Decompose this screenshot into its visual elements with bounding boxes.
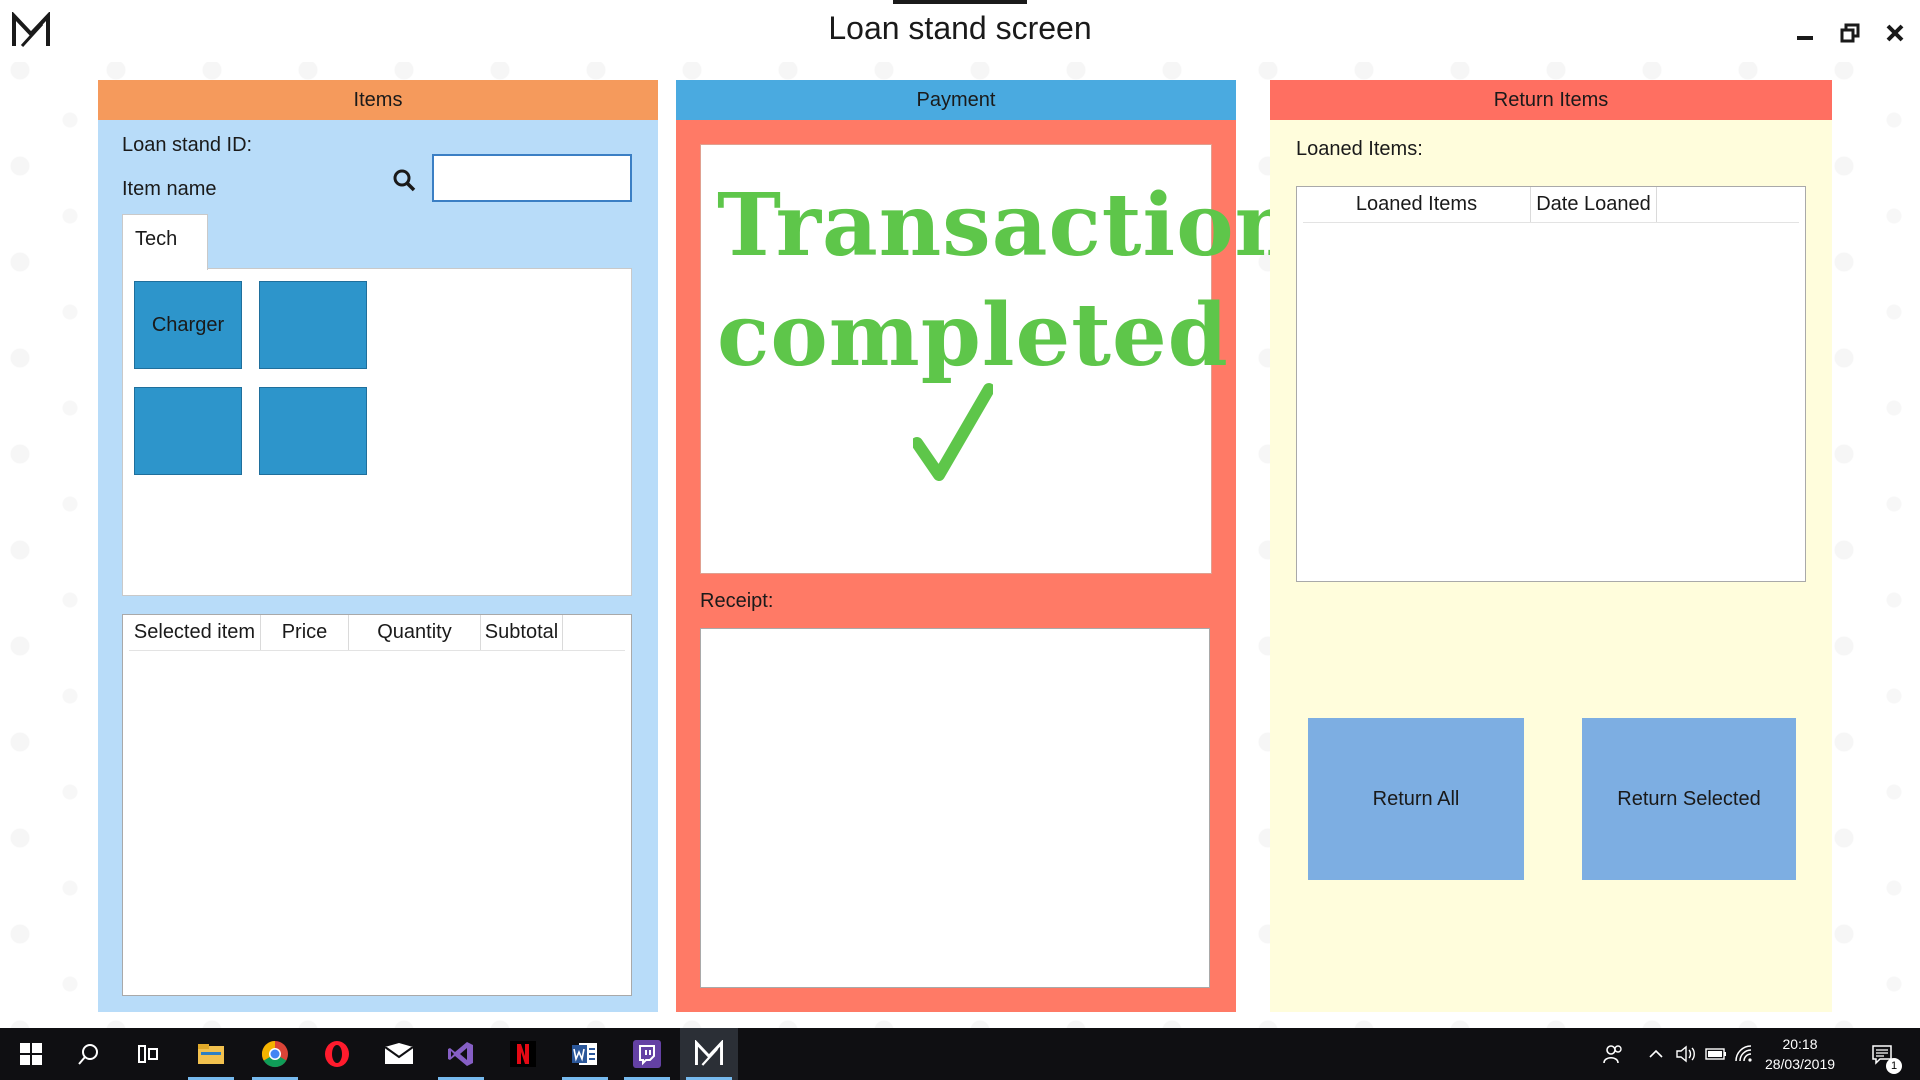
column-subtotal[interactable]: Subtotal: [481, 615, 563, 650]
item-tile-4[interactable]: [259, 387, 367, 475]
item-search-input[interactable]: [432, 154, 632, 202]
taskbar-opera[interactable]: [308, 1028, 366, 1080]
chrome-icon: [261, 1040, 288, 1068]
payment-panel: Payment Transaction completed Receipt:: [676, 80, 1297, 1012]
taskbar-twitch[interactable]: [618, 1028, 676, 1080]
volume-button[interactable]: [1672, 1028, 1700, 1080]
loaned-items-list-header: Loaned Items Date Loaned: [1303, 187, 1799, 223]
task-view-icon: [138, 1045, 158, 1063]
taskbar-word[interactable]: [556, 1028, 614, 1080]
people-button[interactable]: [1598, 1028, 1628, 1080]
task-view-button[interactable]: [120, 1028, 178, 1080]
taskbar: 20:18 28/03/2019 1: [0, 1028, 1920, 1080]
close-icon: [1886, 24, 1904, 42]
return-items-header: Return Items: [1270, 80, 1832, 120]
volume-icon: [1676, 1045, 1695, 1063]
notification-count-badge: 1: [1886, 1058, 1902, 1074]
title-bar: Loan stand screen: [0, 0, 1920, 62]
window-title: Loan stand screen: [828, 10, 1092, 46]
taskbar-visual-studio[interactable]: [432, 1028, 490, 1080]
taskbar-loan-stand-app[interactable]: [680, 1028, 738, 1080]
column-selected-item[interactable]: Selected item: [129, 615, 261, 650]
taskbar-mail[interactable]: [370, 1028, 428, 1080]
twitch-icon: [633, 1040, 661, 1068]
selected-items-header: Selected item Price Quantity Subtotal: [129, 615, 625, 651]
chevron-up-icon: [1649, 1049, 1663, 1058]
item-tile-2[interactable]: [259, 281, 367, 369]
payment-header: Payment: [676, 80, 1236, 120]
receipt-textbox[interactable]: [700, 628, 1210, 988]
loaned-items-list[interactable]: Loaned Items Date Loaned: [1296, 186, 1806, 582]
file-explorer-icon: [198, 1044, 224, 1064]
items-panel: Items Loan stand ID: Item name Tech Char…: [98, 80, 658, 1012]
start-button[interactable]: [2, 1028, 60, 1080]
search-icon[interactable]: [392, 168, 418, 194]
column-price[interactable]: Price: [261, 615, 349, 650]
opera-icon: [325, 1041, 349, 1067]
netflix-icon: [510, 1041, 536, 1067]
column-quantity[interactable]: Quantity: [349, 615, 481, 650]
people-icon: [1603, 1045, 1622, 1064]
word-icon: [572, 1043, 597, 1065]
tech-tab-content: Charger: [122, 268, 632, 596]
visual-studio-icon: [448, 1042, 473, 1066]
taskbar-file-explorer[interactable]: [182, 1028, 240, 1080]
item-tile-3[interactable]: [134, 387, 242, 475]
battery-icon: [1705, 1048, 1726, 1060]
receipt-label: Receipt:: [700, 590, 774, 612]
transaction-line-2: completed: [717, 285, 1229, 386]
selected-items-list[interactable]: Selected item Price Quantity Subtotal: [122, 614, 632, 996]
battery-button[interactable]: [1702, 1028, 1730, 1080]
loaned-items-label: Loaned Items:: [1296, 138, 1423, 160]
mail-icon: [384, 1043, 414, 1064]
start-icon: [20, 1043, 42, 1065]
taskbar-netflix[interactable]: [494, 1028, 552, 1080]
return-all-button[interactable]: Return All: [1308, 718, 1524, 880]
taskbar-search-button[interactable]: [60, 1028, 118, 1080]
items-header: Items: [98, 80, 658, 120]
tab-tech[interactable]: Tech: [122, 214, 208, 270]
close-button[interactable]: [1878, 16, 1912, 50]
taskbar-chrome[interactable]: [246, 1028, 304, 1080]
loan-stand-app-icon: [695, 1040, 723, 1066]
return-items-panel: Return Items Loaned Items: Loaned Items …: [1270, 80, 1832, 1012]
taskbar-clock[interactable]: 20:18 28/03/2019: [1750, 1034, 1850, 1074]
item-tile-charger[interactable]: Charger: [134, 281, 242, 369]
clock-date: 28/03/2019: [1764, 1056, 1836, 1072]
column-loaned-items[interactable]: Loaned Items: [1303, 187, 1531, 222]
transaction-line-1: Transaction: [717, 175, 1299, 276]
title-accent-bar: [893, 0, 1027, 4]
show-hidden-icons-button[interactable]: [1644, 1028, 1668, 1080]
clock-time: 20:18: [1782, 1036, 1818, 1052]
checkmark-icon: [913, 383, 993, 481]
transaction-status-box: Transaction completed: [700, 144, 1297, 574]
minimize-button[interactable]: [1788, 16, 1822, 50]
search-icon: [78, 1044, 98, 1065]
restore-icon: [1840, 23, 1860, 43]
return-selected-button[interactable]: Return Selected: [1582, 718, 1796, 880]
column-date-loaned[interactable]: Date Loaned: [1531, 187, 1657, 222]
minimize-icon: [1797, 36, 1813, 40]
restore-button[interactable]: [1833, 16, 1867, 50]
item-name-label: Item name: [122, 178, 217, 200]
loan-stand-id-label: Loan stand ID:: [122, 134, 253, 156]
